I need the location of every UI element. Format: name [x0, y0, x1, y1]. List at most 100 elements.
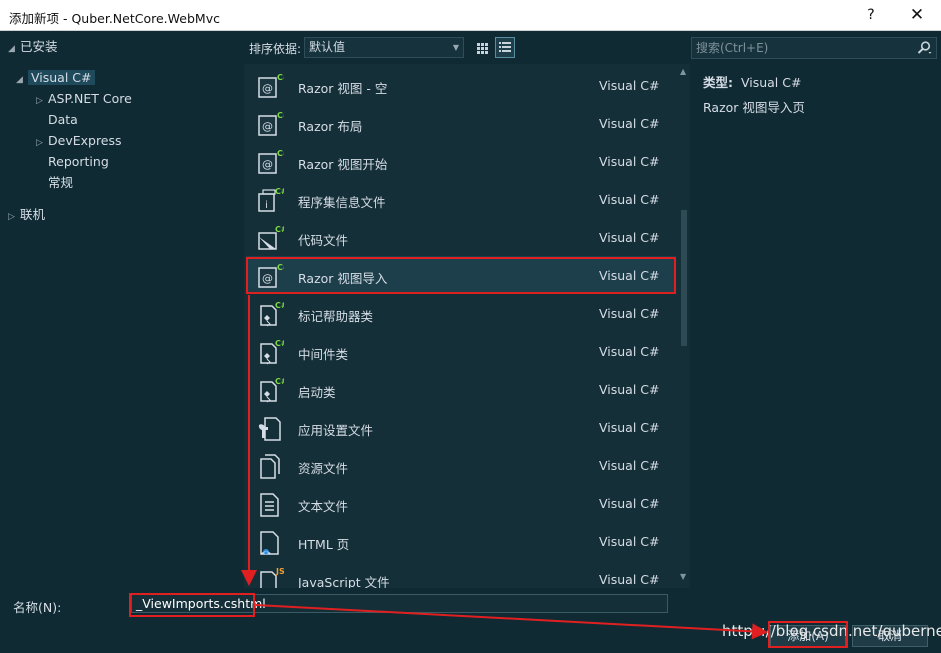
template-language: Visual C#	[599, 420, 660, 435]
text-file-icon	[256, 490, 284, 518]
chevron-right-icon: ▷	[8, 212, 15, 222]
template-name: 资源文件	[298, 461, 349, 476]
template-name: JavaScript 文件	[298, 575, 390, 588]
annotation-name-box	[129, 593, 255, 617]
template-language: Visual C#	[599, 458, 660, 473]
js-file-icon: JS	[256, 566, 285, 588]
tree-item-devexpress[interactable]: ▷ DevExpress	[36, 131, 122, 151]
svg-text:i: i	[265, 200, 268, 211]
svg-text:C#: C#	[277, 149, 284, 158]
search-icon[interactable]	[916, 40, 932, 62]
template-language: Visual C#	[599, 78, 660, 93]
chevron-right-icon: ▷	[36, 96, 43, 106]
template-name: Razor 布局	[298, 119, 363, 134]
scrollbar-thumb[interactable]	[681, 210, 687, 346]
template-item[interactable]: C# 标记帮助器类 Visual C#	[246, 294, 676, 332]
template-item[interactable]: C# 代码文件 Visual C#	[246, 218, 676, 256]
template-name: 标记帮助器类	[298, 309, 374, 324]
svg-text:C#: C#	[275, 301, 284, 310]
template-name: HTML 页	[298, 537, 350, 552]
svg-text:C#: C#	[277, 111, 284, 120]
tree-item-data[interactable]: Data	[48, 110, 78, 130]
template-item[interactable]: @ C# Razor 布局 Visual C#	[246, 104, 676, 142]
annotation-add-button-box	[768, 621, 848, 648]
template-item[interactable]: C# 中间件类 Visual C#	[246, 332, 676, 370]
svg-text:<>: <>	[261, 550, 271, 556]
code-file-icon: C#	[256, 224, 288, 252]
template-name: 代码文件	[298, 233, 349, 248]
template-language: Visual C#	[599, 116, 660, 131]
template-name: 中间件类	[298, 347, 349, 362]
chevron-down-icon: ◢	[8, 44, 15, 54]
grid-view-button[interactable]	[472, 37, 492, 58]
list-view-button[interactable]	[495, 37, 515, 58]
razor-icon: @ C#	[256, 110, 290, 138]
template-language: Visual C#	[599, 344, 660, 359]
name-label: 名称(N):	[13, 600, 62, 615]
template-type: 类型: Visual C#	[703, 75, 802, 90]
template-name: 应用设置文件	[298, 423, 374, 438]
svg-text:JS: JS	[275, 567, 284, 576]
template-name: Razor 视图开始	[298, 157, 388, 172]
template-language: Visual C#	[599, 230, 660, 245]
search-input[interactable]: 搜索(Ctrl+E)	[691, 37, 937, 59]
scroll-down-icon[interactable]: ▼	[680, 572, 686, 581]
template-language: Visual C#	[599, 382, 660, 397]
class-file-icon: C#	[256, 338, 288, 366]
template-item[interactable]: JS JavaScript 文件 Visual C#	[246, 560, 676, 588]
template-language: Visual C#	[599, 192, 660, 207]
class-file-icon: C#	[256, 300, 288, 328]
template-language: Visual C#	[599, 154, 660, 169]
grid-view-icon	[477, 43, 488, 54]
svg-text:C#: C#	[275, 377, 284, 386]
template-item[interactable]: i C# 程序集信息文件 Visual C#	[246, 180, 676, 218]
template-language: Visual C#	[599, 572, 660, 587]
template-language: Visual C#	[599, 306, 660, 321]
list-view-icon	[499, 42, 511, 52]
tree-item-general[interactable]: 常规	[48, 173, 73, 193]
class-file-icon: C#	[256, 376, 288, 404]
template-item[interactable]: 资源文件 Visual C#	[246, 446, 676, 484]
template-item[interactable]: C# 启动类 Visual C#	[246, 370, 676, 408]
template-item[interactable]: <> HTML 页 Visual C#	[246, 522, 676, 560]
details-panel: 搜索(Ctrl+E) 类型: Visual C# Razor 视图导入页	[690, 32, 941, 588]
info-file-icon: i C#	[256, 186, 288, 214]
template-item[interactable]: 应用设置文件 Visual C#	[246, 408, 676, 446]
tree-item-aspnet-core[interactable]: ▷ ASP.NET Core	[36, 89, 132, 109]
close-button[interactable]: ✕	[894, 0, 940, 31]
category-tree: ◢ 已安装 ◢ Visual C# ▷ ASP.NET Core Data ▷ DevE…	[0, 32, 244, 588]
settings-file-icon	[256, 414, 284, 442]
template-item[interactable]: 文本文件 Visual C#	[246, 484, 676, 522]
tree-item-reporting[interactable]: Reporting	[48, 152, 109, 172]
sort-select[interactable]: 默认值 ▼	[304, 37, 464, 58]
template-name: 启动类	[298, 385, 336, 400]
scroll-up-icon[interactable]: ▲	[680, 67, 686, 76]
tree-item-visual-csharp[interactable]: ◢ Visual C#	[16, 68, 95, 88]
help-button[interactable]: ?	[848, 0, 894, 31]
resource-file-icon	[256, 452, 284, 480]
list-scrollbar[interactable]: ▲ ▼	[678, 64, 690, 588]
svg-text:@: @	[262, 82, 273, 95]
template-language: Visual C#	[599, 534, 660, 549]
window-title: 添加新项 - Quber.NetCore.WebMvc	[9, 11, 220, 26]
annotation-selected-item-box	[246, 257, 676, 294]
template-name: Razor 视图 - 空	[298, 81, 388, 96]
svg-text:C#: C#	[275, 187, 284, 196]
sort-label: 排序依据:	[249, 42, 302, 56]
title-bar: 添加新项 - Quber.NetCore.WebMvc ? ✕	[0, 0, 941, 31]
template-language: Visual C#	[599, 496, 660, 511]
tree-item-installed[interactable]: ◢ 已安装	[8, 37, 58, 57]
template-name: 文本文件	[298, 499, 349, 514]
tree-item-online[interactable]: ▷ 联机	[8, 205, 45, 225]
razor-icon: @ C#	[256, 72, 290, 100]
svg-text:C#: C#	[277, 73, 284, 82]
razor-icon: @ C#	[256, 148, 290, 176]
template-item[interactable]: @ C# Razor 视图开始 Visual C#	[246, 142, 676, 180]
chevron-down-icon: ◢	[16, 75, 23, 85]
chevron-down-icon: ▼	[452, 43, 459, 52]
template-list: @ C# Razor 视图 - 空 Visual C# @ C# Razor 布局 Visua…	[244, 64, 690, 588]
template-item[interactable]: @ C# Razor 视图 - 空 Visual C#	[246, 66, 676, 104]
svg-text:C#: C#	[275, 339, 284, 348]
svg-text:@: @	[262, 158, 273, 171]
html-file-icon: <>	[256, 528, 284, 557]
